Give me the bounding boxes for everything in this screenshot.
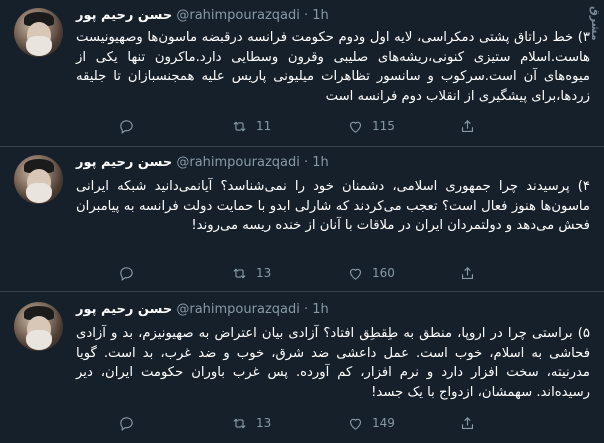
tweet-header: حسن رحیم پور @rahimpourazqadi · 1h bbox=[76, 154, 329, 172]
avatar-beard-shape bbox=[26, 183, 52, 203]
avatar-beard-shape bbox=[26, 36, 52, 56]
tweet[interactable]: حسن رحیم پور @rahimpourazqadi · 1h ۴) پر… bbox=[0, 147, 604, 292]
like-button[interactable]: 149 bbox=[347, 414, 395, 432]
display-name[interactable]: حسن رحیم پور bbox=[76, 155, 172, 170]
reply-button[interactable] bbox=[118, 264, 143, 282]
tweet-text: ۵) براستی چرا در اروپا، منطق به طِقطِق ا… bbox=[76, 326, 590, 400]
reply-icon bbox=[120, 416, 133, 431]
retweet-button[interactable]: 13 bbox=[231, 264, 271, 282]
reply-icon bbox=[120, 266, 133, 281]
retweet-button[interactable]: 11 bbox=[231, 117, 271, 135]
tweet-text: ۴) پرسیدند چرا جمهوری اسلامی، دشمنان خود… bbox=[76, 179, 590, 233]
retweet-count: 13 bbox=[256, 266, 272, 280]
share-icon bbox=[461, 119, 474, 132]
share-icon bbox=[461, 416, 474, 429]
tweet[interactable]: حسن رحیم پور @rahimpourazqadi · 1h ۳) خط… bbox=[0, 0, 604, 147]
retweet-count: 11 bbox=[256, 119, 272, 133]
timestamp[interactable]: 1h bbox=[312, 8, 329, 23]
heart-icon bbox=[349, 121, 362, 133]
heart-icon bbox=[349, 418, 362, 430]
avatar-beard-shape bbox=[26, 330, 52, 350]
tweet-actions: 13 160 bbox=[76, 264, 590, 282]
retweet-button[interactable]: 13 bbox=[231, 414, 271, 432]
avatar[interactable] bbox=[14, 302, 63, 351]
retweet-icon bbox=[233, 417, 246, 429]
tweet-header: حسن رحیم پور @rahimpourazqadi · 1h bbox=[76, 7, 329, 25]
tweet-actions: 13 149 bbox=[76, 414, 590, 432]
display-name[interactable]: حسن رحیم پور bbox=[76, 302, 172, 317]
handle[interactable]: @rahimpourazqadi bbox=[176, 302, 300, 317]
share-icon bbox=[461, 266, 474, 279]
reply-icon bbox=[120, 119, 133, 134]
heart-icon bbox=[349, 268, 362, 280]
watermark-text: مشرق bbox=[589, 6, 602, 41]
retweet-icon bbox=[233, 120, 246, 132]
handle[interactable]: @rahimpourazqadi bbox=[176, 155, 300, 170]
reply-button[interactable] bbox=[118, 414, 143, 432]
share-button[interactable] bbox=[459, 414, 476, 432]
like-button[interactable]: 115 bbox=[347, 117, 395, 135]
like-count: 149 bbox=[372, 416, 395, 430]
timestamp[interactable]: 1h bbox=[312, 155, 329, 170]
tweet-header: حسن رحیم پور @rahimpourazqadi · 1h bbox=[76, 301, 329, 319]
reply-button[interactable] bbox=[118, 117, 143, 135]
retweet-icon bbox=[233, 267, 246, 279]
share-button[interactable] bbox=[459, 117, 476, 135]
tweet-actions: 11 115 bbox=[76, 117, 590, 135]
tweet-text: ۳) خط دراتاق پشتی دمکراسی، لایه اول ودوم… bbox=[76, 30, 590, 104]
like-button[interactable]: 160 bbox=[347, 264, 395, 282]
timestamp[interactable]: 1h bbox=[312, 302, 329, 317]
avatar[interactable] bbox=[14, 8, 63, 57]
share-button[interactable] bbox=[459, 264, 476, 282]
avatar[interactable] bbox=[14, 155, 63, 204]
like-count: 160 bbox=[372, 266, 395, 280]
display-name[interactable]: حسن رحیم پور bbox=[76, 8, 172, 23]
tweet[interactable]: حسن رحیم پور @rahimpourazqadi · 1h ۵) بر… bbox=[0, 292, 604, 443]
like-count: 115 bbox=[372, 119, 395, 133]
watermark-logo: مشرق bbox=[584, 6, 602, 66]
retweet-count: 13 bbox=[256, 416, 272, 430]
handle[interactable]: @rahimpourazqadi bbox=[176, 8, 300, 23]
